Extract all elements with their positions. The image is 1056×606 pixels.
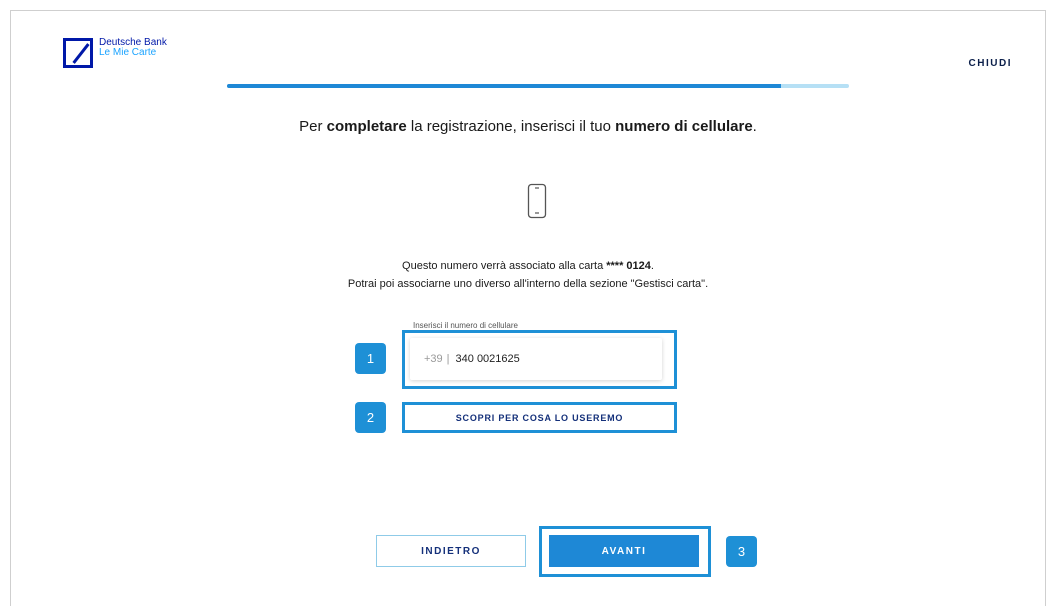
step-badge-1: 1 <box>355 343 386 374</box>
step-badge-3: 3 <box>726 536 757 567</box>
step-badge-2: 2 <box>355 402 386 433</box>
page-title: Per completare la registrazione, inseris… <box>299 118 757 135</box>
close-button[interactable]: CHIUDI <box>969 58 1012 69</box>
highlight-box-next-button <box>539 526 711 577</box>
info-text: Questo numero verrà associato alla carta… <box>347 260 709 290</box>
highlight-box-learn-link <box>402 402 677 433</box>
deutsche-bank-logo-icon <box>63 38 93 68</box>
brand-logo[interactable]: Deutsche Bank Le Mie Carte <box>63 38 167 68</box>
app-frame <box>10 10 1046 606</box>
smartphone-icon <box>527 183 547 219</box>
progress-fill <box>227 84 781 88</box>
highlight-box-phone-input <box>402 330 677 389</box>
logo-subtitle: Le Mie Carte <box>99 47 157 58</box>
phone-field-label: Inserisci il numero di cellulare <box>413 321 518 330</box>
progress-bar <box>227 84 849 88</box>
back-button[interactable]: INDIETRO <box>376 535 526 567</box>
card-number: **** 0124 <box>606 260 651 272</box>
